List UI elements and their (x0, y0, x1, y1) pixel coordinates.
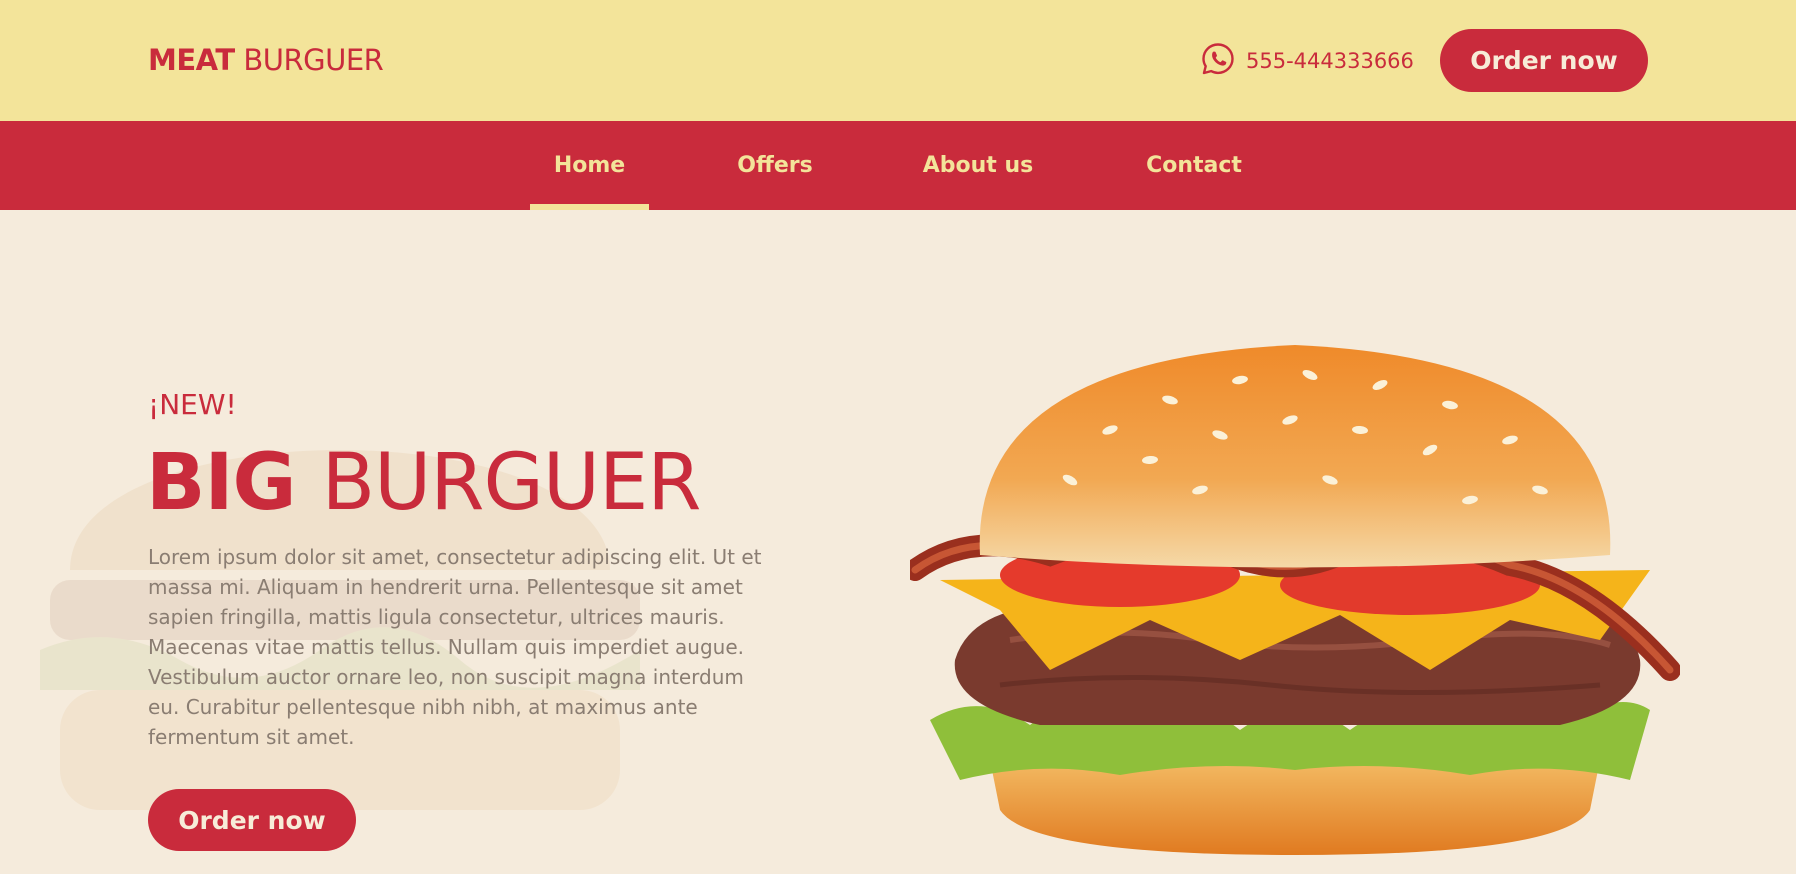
order-now-hero-button[interactable]: Order now (148, 789, 356, 851)
hero-title: BIG BURGUER (146, 438, 702, 528)
hero-title-light: BURGUER (321, 438, 702, 528)
top-header: MEAT BURGUER 555-444333666 Order now (0, 0, 1796, 121)
phone-number: 555-444333666 (1246, 49, 1414, 73)
hero-kicker: ¡NEW! (148, 388, 237, 421)
nav-item-home[interactable]: Home (530, 121, 649, 210)
nav-item-offers[interactable]: Offers (720, 121, 830, 210)
whatsapp-icon (1200, 41, 1236, 81)
hero-title-bold: BIG (146, 438, 296, 528)
logo-light: BURGUER (243, 43, 384, 77)
logo-bold: MEAT (148, 43, 235, 77)
logo[interactable]: MEAT BURGUER (148, 43, 384, 77)
main-nav: Home Offers About us Contact (0, 121, 1796, 210)
nav-item-about-us[interactable]: About us (910, 121, 1046, 210)
phone-contact[interactable]: 555-444333666 (1200, 42, 1414, 80)
nav-item-contact[interactable]: Contact (1128, 121, 1260, 210)
burger-image (910, 345, 1680, 855)
order-now-header-button[interactable]: Order now (1440, 29, 1648, 92)
hero-description: Lorem ipsum dolor sit amet, consectetur … (148, 545, 762, 749)
